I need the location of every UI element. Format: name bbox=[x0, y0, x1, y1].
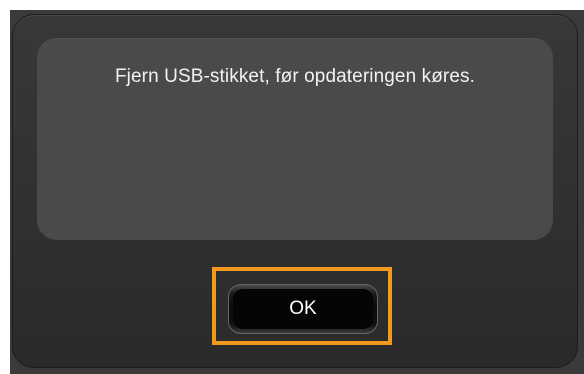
ok-button-label: OK bbox=[289, 298, 317, 319]
dialog-message: Fjern USB-stikket, før opdateringen køre… bbox=[114, 66, 476, 87]
ok-button-face[interactable]: OK bbox=[233, 289, 373, 329]
message-panel: Fjern USB-stikket, før opdateringen køre… bbox=[37, 38, 553, 240]
ok-button[interactable]: OK bbox=[228, 284, 378, 334]
